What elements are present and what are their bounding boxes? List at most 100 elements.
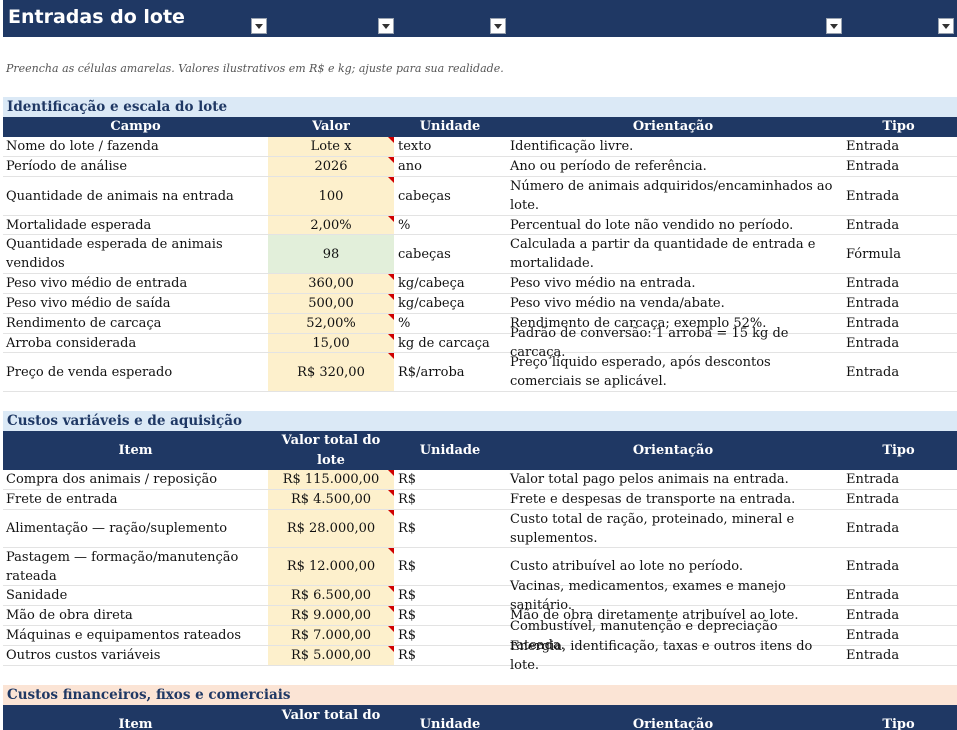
- column-header[interactable]: Orientação: [506, 431, 840, 470]
- column-header[interactable]: Orientação: [506, 705, 840, 730]
- row-label-cell[interactable]: Sanidade: [3, 586, 268, 605]
- type-cell[interactable]: Entrada: [840, 353, 957, 391]
- column-header[interactable]: Valor: [268, 117, 394, 137]
- value-cell[interactable]: 100: [268, 177, 394, 215]
- guidance-cell[interactable]: Peso vivo médio na entrada.: [506, 274, 840, 293]
- column-header[interactable]: Tipo: [840, 117, 957, 137]
- type-cell[interactable]: Entrada: [840, 137, 957, 156]
- value-cell[interactable]: 360,00: [268, 274, 394, 293]
- value-cell[interactable]: R$ 12.000,00: [268, 548, 394, 585]
- row-label-cell[interactable]: Nome do lote / fazenda: [3, 137, 268, 156]
- row-label-cell[interactable]: Peso vivo médio de saída: [3, 294, 268, 313]
- guidance-cell[interactable]: Percentual do lote não vendido no períod…: [506, 216, 840, 234]
- value-cell[interactable]: R$ 28.000,00: [268, 510, 394, 547]
- guidance-cell[interactable]: Peso vivo médio na venda/abate.: [506, 294, 840, 313]
- column-header[interactable]: Unidade: [394, 431, 506, 470]
- value-cell[interactable]: R$ 320,00: [268, 353, 394, 391]
- value-cell[interactable]: R$ 6.500,00: [268, 586, 394, 605]
- guidance-cell[interactable]: Calculada a partir da quantidade de entr…: [506, 235, 840, 273]
- value-cell[interactable]: 2026: [268, 157, 394, 176]
- column-header[interactable]: Orientação: [506, 117, 840, 137]
- value-cell[interactable]: Lote x: [268, 137, 394, 156]
- guidance-cell[interactable]: Preço líquido esperado, após descontos c…: [506, 353, 840, 391]
- row-label-cell[interactable]: Alimentação — ração/suplemento: [3, 510, 268, 547]
- unit-cell[interactable]: texto: [394, 137, 506, 156]
- row-label-cell[interactable]: Outros custos variáveis: [3, 646, 268, 665]
- filter-dropdown-icon[interactable]: [490, 18, 506, 34]
- unit-cell[interactable]: kg/cabeça: [394, 274, 506, 293]
- guidance-cell[interactable]: Vacinas, medicamentos, exames e manejo s…: [506, 579, 840, 613]
- unit-cell[interactable]: kg de carcaça: [394, 334, 506, 352]
- unit-cell[interactable]: kg/cabeça: [394, 294, 506, 313]
- guidance-cell[interactable]: Ano ou período de referência.: [506, 157, 840, 176]
- row-label-cell[interactable]: Período de análise: [3, 157, 268, 176]
- unit-cell[interactable]: cabeças: [394, 177, 506, 215]
- value-cell[interactable]: R$ 9.000,00: [268, 606, 394, 625]
- row-label-cell[interactable]: Máquinas e equipamentos rateados: [3, 626, 268, 645]
- unit-cell[interactable]: ano: [394, 157, 506, 176]
- guidance-cell[interactable]: Número de animais adquiridos/encaminhado…: [506, 177, 840, 215]
- value-cell[interactable]: R$ 5.000,00: [268, 646, 394, 665]
- type-cell[interactable]: Entrada: [840, 216, 957, 234]
- value-cell[interactable]: 15,00: [268, 334, 394, 352]
- row-label-cell[interactable]: Mão de obra direta: [3, 606, 268, 625]
- value-cell[interactable]: R$ 115.000,00: [268, 470, 394, 489]
- type-cell[interactable]: Entrada: [840, 157, 957, 176]
- type-cell[interactable]: Entrada: [840, 470, 957, 489]
- column-header[interactable]: Unidade: [394, 117, 506, 137]
- filter-dropdown-icon[interactable]: [251, 18, 267, 34]
- unit-cell[interactable]: R$: [394, 586, 506, 605]
- type-cell[interactable]: Entrada: [840, 177, 957, 215]
- guidance-cell[interactable]: Energia, identificação, taxas e outros i…: [506, 639, 840, 673]
- type-cell[interactable]: Entrada: [840, 586, 957, 605]
- unit-cell[interactable]: R$: [394, 470, 506, 489]
- row-label-cell[interactable]: Peso vivo médio de entrada: [3, 274, 268, 293]
- value-cell[interactable]: 52,00%: [268, 314, 394, 333]
- value-cell[interactable]: R$ 4.500,00: [268, 490, 394, 509]
- type-cell[interactable]: Entrada: [840, 548, 957, 585]
- guidance-cell[interactable]: Identificação livre.: [506, 137, 840, 156]
- filter-dropdown-icon[interactable]: [938, 18, 954, 34]
- filter-dropdown-icon[interactable]: [378, 18, 394, 34]
- unit-cell[interactable]: %: [394, 216, 506, 234]
- row-label-cell[interactable]: Rendimento de carcaça: [3, 314, 268, 333]
- guidance-cell[interactable]: Valor total pago pelos animais na entrad…: [506, 470, 840, 489]
- column-header[interactable]: Valor total do lote: [268, 431, 394, 470]
- unit-cell[interactable]: R$: [394, 606, 506, 625]
- unit-cell[interactable]: R$: [394, 490, 506, 509]
- column-header[interactable]: Unidade: [394, 705, 506, 730]
- type-cell[interactable]: Fórmula: [840, 235, 957, 273]
- type-cell[interactable]: Entrada: [840, 334, 957, 352]
- column-header[interactable]: Valor total do: [268, 705, 394, 730]
- column-header[interactable]: Item: [3, 705, 268, 730]
- type-cell[interactable]: Entrada: [840, 490, 957, 509]
- type-cell[interactable]: Entrada: [840, 626, 957, 645]
- type-cell[interactable]: Entrada: [840, 314, 957, 333]
- unit-cell[interactable]: cabeças: [394, 235, 506, 273]
- value-cell[interactable]: 98: [268, 235, 394, 273]
- unit-cell[interactable]: R$: [394, 510, 506, 547]
- value-cell[interactable]: R$ 7.000,00: [268, 626, 394, 645]
- row-label-cell[interactable]: Pastagem — formação/manutenção rateada: [3, 548, 268, 585]
- unit-cell[interactable]: R$: [394, 646, 506, 665]
- row-label-cell[interactable]: Compra dos animais / reposição: [3, 470, 268, 489]
- guidance-cell[interactable]: Custo total de ração, proteinado, minera…: [506, 510, 840, 547]
- column-header[interactable]: Tipo: [840, 705, 957, 730]
- unit-cell[interactable]: %: [394, 314, 506, 333]
- column-header[interactable]: Campo: [3, 117, 268, 137]
- unit-cell[interactable]: R$/arroba: [394, 353, 506, 391]
- value-cell[interactable]: 500,00: [268, 294, 394, 313]
- type-cell[interactable]: Entrada: [840, 646, 957, 665]
- unit-cell[interactable]: R$: [394, 626, 506, 645]
- guidance-cell[interactable]: Frete e despesas de transporte na entrad…: [506, 490, 840, 509]
- guidance-cell[interactable]: Padrão de conversão: 1 arroba = 15 kg de…: [506, 326, 840, 360]
- column-header[interactable]: Item: [3, 431, 268, 470]
- type-cell[interactable]: Entrada: [840, 510, 957, 547]
- row-label-cell[interactable]: Preço de venda esperado: [3, 353, 268, 391]
- value-cell[interactable]: 2,00%: [268, 216, 394, 234]
- column-header[interactable]: Tipo: [840, 431, 957, 470]
- unit-cell[interactable]: R$: [394, 548, 506, 585]
- row-label-cell[interactable]: Arroba considerada: [3, 334, 268, 352]
- type-cell[interactable]: Entrada: [840, 274, 957, 293]
- filter-dropdown-icon[interactable]: [826, 18, 842, 34]
